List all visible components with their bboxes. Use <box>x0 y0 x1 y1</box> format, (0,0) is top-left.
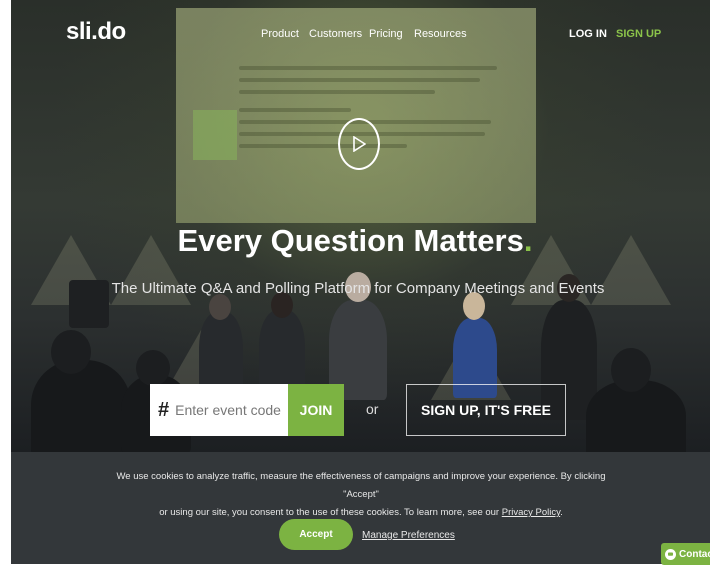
cookie-message: We use cookies to analyze traffic, measu… <box>111 468 611 522</box>
cookie-line-1: We use cookies to analyze traffic, measu… <box>116 471 606 500</box>
hero-subheadline: The Ultimate Q&A and Polling Platform fo… <box>111 280 605 297</box>
contact-button[interactable]: Contact <box>661 543 710 565</box>
signup-link[interactable]: SIGN UP <box>616 28 661 40</box>
signup-free-button[interactable]: SIGN UP, IT'S FREE <box>406 384 566 436</box>
contact-label: Contact <box>679 548 710 560</box>
nav-link-product[interactable]: Product <box>261 28 299 40</box>
chat-icon <box>665 548 676 560</box>
nav-link-resources[interactable]: Resources <box>414 28 467 40</box>
event-code-box[interactable]: # <box>150 384 288 436</box>
event-code-input[interactable] <box>175 395 286 425</box>
headline-text: Every Question Matters <box>177 223 524 258</box>
cookie-line-2: or using our site, you consent to the us… <box>159 507 563 518</box>
logo[interactable]: sli.do <box>66 18 126 46</box>
join-button[interactable]: JOIN <box>288 384 344 436</box>
play-icon <box>353 136 366 152</box>
nav-link-customers[interactable]: Customers <box>309 28 362 40</box>
hash-icon: # <box>158 398 170 421</box>
or-label: or <box>366 401 379 417</box>
stage-screen-logo <box>193 110 237 160</box>
cookie-banner: We use cookies to analyze traffic, measu… <box>11 452 710 564</box>
accept-cookies-button[interactable]: Accept <box>279 519 353 550</box>
nav-link-pricing[interactable]: Pricing <box>369 28 403 40</box>
manage-preferences-link[interactable]: Manage Preferences <box>362 530 455 541</box>
headline-dot: . <box>523 223 533 258</box>
play-video-button[interactable] <box>338 118 380 170</box>
hero-headline: Every Question Matters. <box>0 223 710 259</box>
login-link[interactable]: LOG IN <box>569 28 607 40</box>
privacy-policy-link[interactable]: Privacy Policy <box>502 507 560 518</box>
